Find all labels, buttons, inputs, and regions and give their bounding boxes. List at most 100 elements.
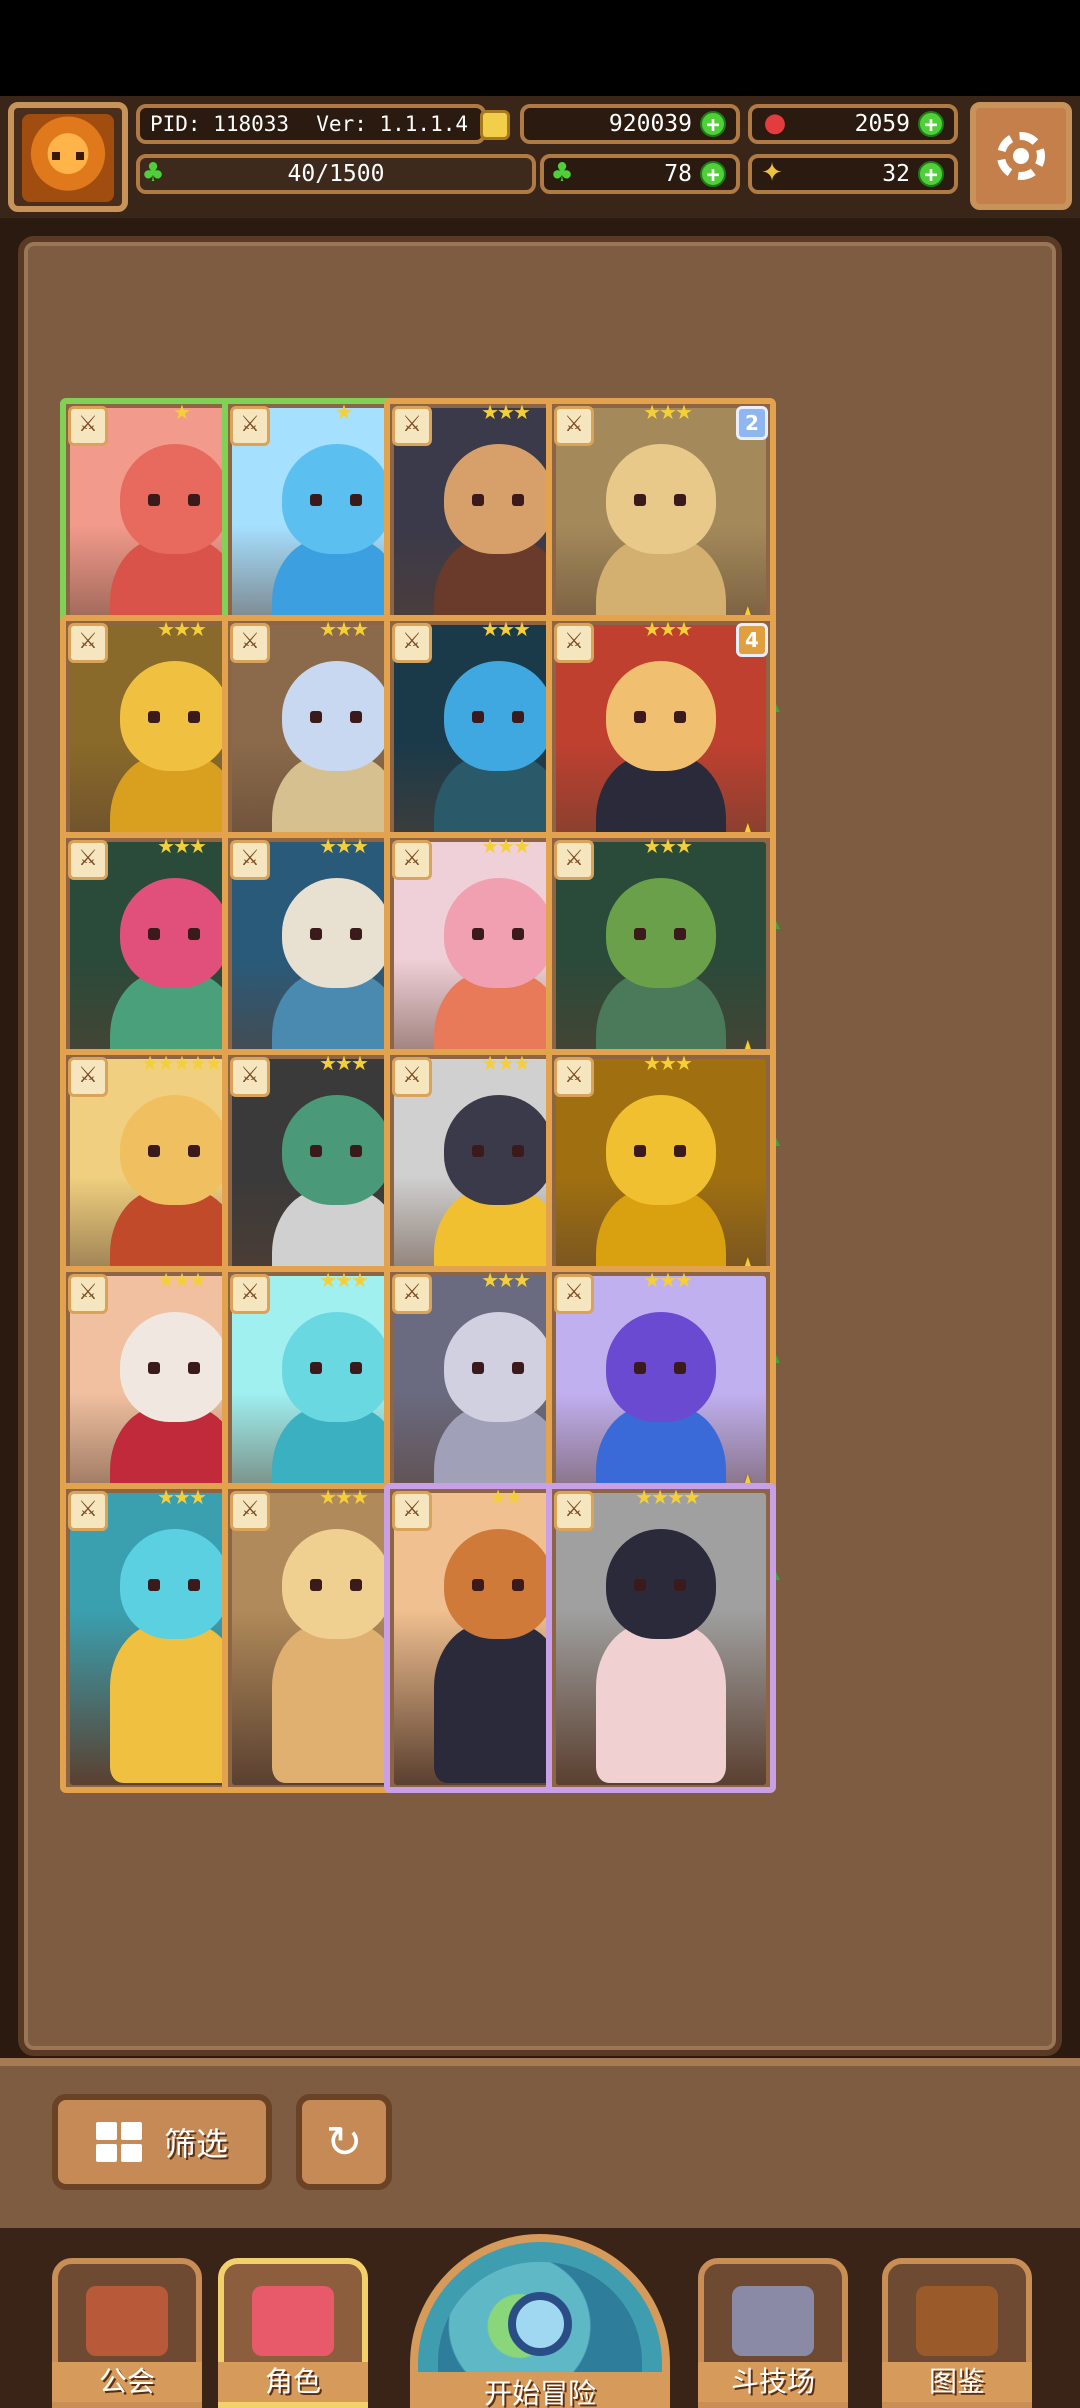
rarity-stars: ★★★ [481,400,531,424]
rarity-stars: ★★ [489,1485,523,1509]
class-type-icon: ⚔ [392,1274,432,1314]
apple-icon: ● [763,108,787,138]
rarity-stars: ★★★ [319,1485,369,1509]
nav-guild[interactable]: 公会 [52,2258,202,2408]
class-type-icon: ⚔ [68,1057,108,1097]
rarity-stars: ★★★ [157,1485,207,1509]
guild-house-icon [86,2286,168,2356]
clover-currency-icon: ♣ [550,158,574,188]
class-type-icon: ⚔ [230,1274,270,1314]
nav-codex-label: 图鉴 [882,2362,1032,2402]
refresh-icon: ↻ [325,2116,363,2168]
coin-icon [480,110,510,140]
rarity-stars: ★★★ [643,1268,693,1292]
character-card[interactable]: ⚔ ★★★★ [546,1483,776,1793]
class-type-icon: ⚔ [554,1057,594,1097]
filter-label: 筛选 [163,2125,228,2163]
class-type-icon: ⚔ [230,840,270,880]
nav-guild-label: 公会 [52,2362,202,2402]
class-type-icon: ⚔ [554,623,594,663]
top-hud: PID: 118033 Ver: 1.1.1.4 920039 + 2059 +… [0,96,1080,218]
class-type-icon: ⚔ [554,406,594,446]
crossed-swords-icon [732,2286,814,2356]
clover-icon: ♣ [141,158,165,188]
horn-value: 32 [882,161,910,187]
settings-button[interactable] [970,102,1072,210]
rarity-stars: ★★★ [157,617,207,641]
player-id-bar: PID: 118033 Ver: 1.1.1.4 [136,104,486,144]
character-panel: ⚔★70级★史莱姆战士⚔★70级★史莱姆法师⚔★★★21级★军团统领⚔★★★21… [0,218,1080,2058]
filter-button[interactable]: 筛选 [52,2094,272,2190]
class-type-icon: ⚔ [392,1491,432,1531]
rarity-stars: ★★★ [643,617,693,641]
class-type-icon: ⚔ [554,1274,594,1314]
nav-arena[interactable]: 斗技场 [698,2258,848,2408]
tier-badge: 4 [736,623,768,657]
gear-icon [997,132,1045,180]
avatar-portrait [22,114,114,202]
class-type-icon: ⚔ [392,623,432,663]
class-type-icon: ⚔ [392,1057,432,1097]
horn-icon: ✦ [761,158,783,188]
rarity-stars: ★★★★ [635,1485,701,1509]
class-type-icon: ⚔ [68,1491,108,1531]
rarity-stars: ★★★ [157,1268,207,1292]
rarity-stars: ★★★ [481,834,531,858]
rarity-stars: ★★★ [643,1051,693,1075]
rarity-stars: ★★★ [319,1268,369,1292]
class-type-icon: ⚔ [392,406,432,446]
apple-value: 2059 [854,111,910,137]
class-type-icon: ⚔ [392,840,432,880]
add-clover-button[interactable]: + [700,161,726,188]
rarity-stars: ★★★ [157,834,207,858]
class-type-icon: ⚔ [230,1491,270,1531]
magnifier-icon [508,2292,572,2356]
nav-codex[interactable]: 图鉴 [882,2258,1032,2408]
class-type-icon: ⚔ [554,840,594,880]
filter-bar: 筛选 ↻ [0,2058,1080,2228]
rarity-stars: ★★★ [319,834,369,858]
rarity-stars: ★★★ [481,617,531,641]
xp-value: 40/1500 [287,161,385,187]
refresh-button[interactable]: ↻ [296,2094,392,2190]
clover-value: 78 [664,161,692,187]
rarity-stars: ★★★ [481,1051,531,1075]
character-portrait [556,1493,766,1785]
class-type-icon: ⚔ [230,1057,270,1097]
tier-badge: 2 [736,406,768,440]
class-type-icon: ⚔ [230,406,270,446]
nav-role-label: 角色 [218,2362,368,2402]
start-adventure-button[interactable]: 开始冒险 [410,2234,670,2408]
class-type-icon: ⚔ [230,623,270,663]
class-type-icon: ⚔ [68,623,108,663]
add-apple-button[interactable]: + [918,111,944,138]
start-adventure-label: 开始冒险 [418,2372,662,2408]
grid-icon [95,2122,142,2162]
rarity-stars: ★★★ [481,1268,531,1292]
character-face-icon [252,2286,334,2356]
add-horn-button[interactable]: + [918,161,944,188]
add-gold-button[interactable]: + [700,111,726,138]
player-avatar[interactable] [8,102,128,212]
rarity-stars: ★★★ [319,617,369,641]
rarity-stars: ★★★★★ [141,1051,223,1075]
rarity-stars: ★★★ [643,834,693,858]
rarity-stars: ★★★ [319,1051,369,1075]
class-type-icon: ⚔ [68,840,108,880]
version-label: Ver: 1.1.1.4 [316,112,468,136]
xp-bar: 40/1500 [136,154,536,194]
class-type-icon: ⚔ [554,1491,594,1531]
class-type-icon: ⚔ [68,1274,108,1314]
rarity-stars: ★★★ [643,400,693,424]
player-id: PID: 118033 [150,112,290,136]
nav-arena-label: 斗技场 [698,2362,848,2402]
class-type-icon: ⚔ [68,406,108,446]
gold-value: 920039 [608,111,692,137]
rarity-stars: ★ [173,400,191,424]
rarity-stars: ★ [335,400,353,424]
bottom-nav: 公会 角色 开始冒险 斗技场 图鉴 [0,2228,1080,2408]
character-grid[interactable]: ⚔★70级★史莱姆战士⚔★70级★史莱姆法师⚔★★★21级★军团统领⚔★★★21… [18,236,1062,2056]
gold-counter: 920039 + [520,104,740,144]
book-icon [916,2286,998,2356]
nav-role[interactable]: 角色 [218,2258,368,2408]
